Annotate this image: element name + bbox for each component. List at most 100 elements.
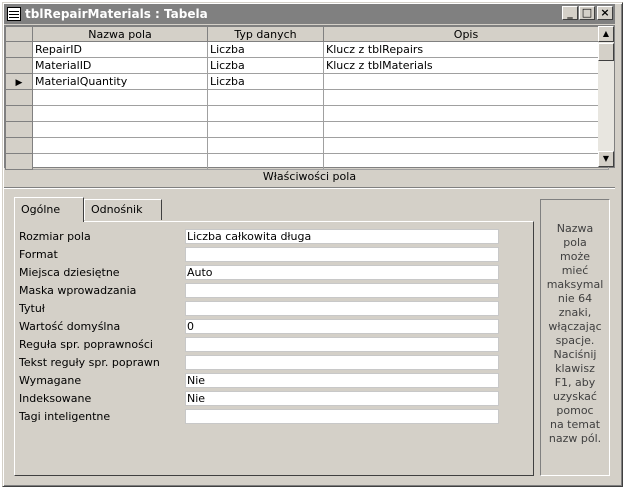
help-line: spacje. bbox=[555, 334, 595, 347]
row-selector[interactable] bbox=[5, 137, 33, 154]
property-value-field[interactable]: Liczba całkowita długa bbox=[185, 229, 499, 244]
row-selector[interactable] bbox=[5, 121, 33, 138]
table-row[interactable] bbox=[5, 137, 609, 154]
property-value-field[interactable] bbox=[185, 409, 499, 424]
property-row: Maska wprowadzania bbox=[19, 283, 499, 298]
current-row-indicator-icon: ▶ bbox=[15, 78, 23, 88]
property-label: Reguła spr. poprawności bbox=[19, 338, 153, 351]
description-cell[interactable]: Klucz z tblRepairs bbox=[323, 41, 609, 58]
tab-general[interactable]: Ogólne bbox=[14, 197, 84, 222]
scroll-down-button[interactable]: ▼ bbox=[598, 151, 614, 167]
property-row: Tagi inteligentne bbox=[19, 409, 499, 424]
data-type-cell[interactable] bbox=[207, 137, 324, 154]
minimize-button[interactable]: _ bbox=[562, 6, 578, 20]
data-type-cell[interactable] bbox=[207, 105, 324, 122]
property-label: Maska wprowadzania bbox=[19, 284, 137, 297]
help-line: pomoc bbox=[556, 404, 594, 417]
column-header-description[interactable]: Opis bbox=[323, 26, 609, 42]
help-line: Nazwa bbox=[556, 222, 594, 235]
property-value-field[interactable] bbox=[185, 283, 499, 298]
data-type-cell[interactable]: Liczba bbox=[207, 73, 324, 90]
property-row: Wymagane Nie bbox=[19, 373, 499, 388]
column-header-data-type[interactable]: Typ danych bbox=[207, 26, 324, 42]
row-selector[interactable] bbox=[5, 41, 33, 58]
help-line: mieć bbox=[561, 264, 589, 277]
field-name-cell[interactable]: MaterialID bbox=[32, 57, 208, 74]
field-name-cell[interactable] bbox=[32, 89, 208, 106]
vertical-scrollbar[interactable]: ▲ ▼ bbox=[598, 26, 614, 167]
property-value-field[interactable] bbox=[185, 355, 499, 370]
field-properties-title: Właściwości pola bbox=[262, 170, 357, 183]
row-selector[interactable] bbox=[5, 153, 33, 170]
property-row: Format bbox=[19, 247, 499, 262]
column-header-field-name[interactable]: Nazwa pola bbox=[32, 26, 208, 42]
description-cell[interactable] bbox=[323, 105, 609, 122]
table-row[interactable]: RepairID Liczba Klucz z tblRepairs bbox=[5, 41, 609, 58]
field-name-cell[interactable] bbox=[32, 105, 208, 122]
data-type-cell[interactable] bbox=[207, 153, 324, 170]
property-value-field[interactable] bbox=[185, 247, 499, 262]
help-line: pola bbox=[563, 236, 587, 249]
row-selector[interactable] bbox=[5, 57, 33, 74]
property-row: Tekst reguły spr. poprawn bbox=[19, 355, 499, 370]
property-label: Wartość domyślna bbox=[19, 320, 121, 333]
help-line: F1, aby bbox=[554, 376, 596, 389]
property-label: Miejsca dziesiętne bbox=[19, 266, 120, 279]
description-cell[interactable] bbox=[323, 73, 609, 90]
field-name-cell[interactable] bbox=[32, 121, 208, 138]
data-type-cell[interactable]: Liczba bbox=[207, 57, 324, 74]
table-row[interactable]: ▶ MaterialQuantity Liczba bbox=[5, 73, 609, 90]
help-line: włączając bbox=[548, 320, 602, 333]
data-type-cell[interactable]: Liczba bbox=[207, 41, 324, 58]
property-value-field[interactable]: Nie bbox=[185, 373, 499, 388]
description-cell[interactable] bbox=[323, 121, 609, 138]
description-cell[interactable] bbox=[323, 89, 609, 106]
help-line: Naciśnij bbox=[553, 348, 597, 361]
field-name-cell[interactable] bbox=[32, 153, 208, 170]
property-value-field[interactable]: Nie bbox=[185, 391, 499, 406]
field-name-cell[interactable]: MaterialQuantity bbox=[32, 73, 208, 90]
data-type-cell[interactable] bbox=[207, 121, 324, 138]
property-value-field[interactable] bbox=[185, 301, 499, 316]
property-value-field[interactable]: 0 bbox=[185, 319, 499, 334]
table-row[interactable] bbox=[5, 89, 609, 106]
property-label: Rozmiar pola bbox=[19, 230, 91, 243]
table-icon bbox=[7, 7, 21, 21]
description-cell[interactable] bbox=[323, 137, 609, 154]
row-selector[interactable] bbox=[5, 89, 33, 106]
description-cell[interactable] bbox=[323, 153, 609, 170]
row-selector[interactable] bbox=[5, 105, 33, 122]
property-row: Rozmiar pola Liczba całkowita długa bbox=[19, 229, 499, 244]
divider bbox=[4, 187, 615, 189]
help-line: na temat bbox=[549, 418, 601, 431]
property-label: Indeksowane bbox=[19, 392, 92, 405]
help-line: znaki, bbox=[558, 306, 592, 319]
property-label: Wymagane bbox=[19, 374, 82, 387]
close-button[interactable]: × bbox=[597, 6, 613, 20]
data-type-cell[interactable] bbox=[207, 89, 324, 106]
row-selector[interactable]: ▶ bbox=[5, 73, 33, 90]
table-row[interactable]: MaterialID Liczba Klucz z tblMaterials bbox=[5, 57, 609, 74]
field-name-cell[interactable]: RepairID bbox=[32, 41, 208, 58]
table-row[interactable] bbox=[5, 105, 609, 122]
property-value-field[interactable]: Auto bbox=[185, 265, 499, 280]
property-value-field[interactable] bbox=[185, 337, 499, 352]
property-row: Indeksowane Nie bbox=[19, 391, 499, 406]
maximize-button[interactable]: □ bbox=[579, 6, 595, 20]
help-line: klawisz bbox=[555, 362, 595, 375]
table-row[interactable] bbox=[5, 121, 609, 138]
scroll-up-button[interactable]: ▲ bbox=[598, 26, 614, 42]
description-cell[interactable]: Klucz z tblMaterials bbox=[323, 57, 609, 74]
table-row[interactable] bbox=[5, 153, 609, 170]
property-row: Reguła spr. poprawności bbox=[19, 337, 499, 352]
property-row: Miejsca dziesiętne Auto bbox=[19, 265, 499, 280]
field-grid: Nazwa pola Typ danych Opis RepairID Liczb… bbox=[4, 25, 615, 170]
help-text: Nazwa pola może mieć maksymal nie 64 znaki, włą… bbox=[540, 199, 610, 476]
scroll-thumb[interactable] bbox=[598, 43, 614, 61]
title-bar[interactable]: tblRepairMaterials : Tabela _ □ × bbox=[4, 4, 615, 24]
help-line: może bbox=[560, 250, 590, 263]
field-name-cell[interactable] bbox=[32, 137, 208, 154]
tab-lookup[interactable]: Odnośnik bbox=[84, 199, 162, 220]
general-properties-panel: Rozmiar pola Liczba całkowita długa Format… bbox=[14, 221, 534, 476]
corner-header[interactable] bbox=[5, 26, 33, 42]
